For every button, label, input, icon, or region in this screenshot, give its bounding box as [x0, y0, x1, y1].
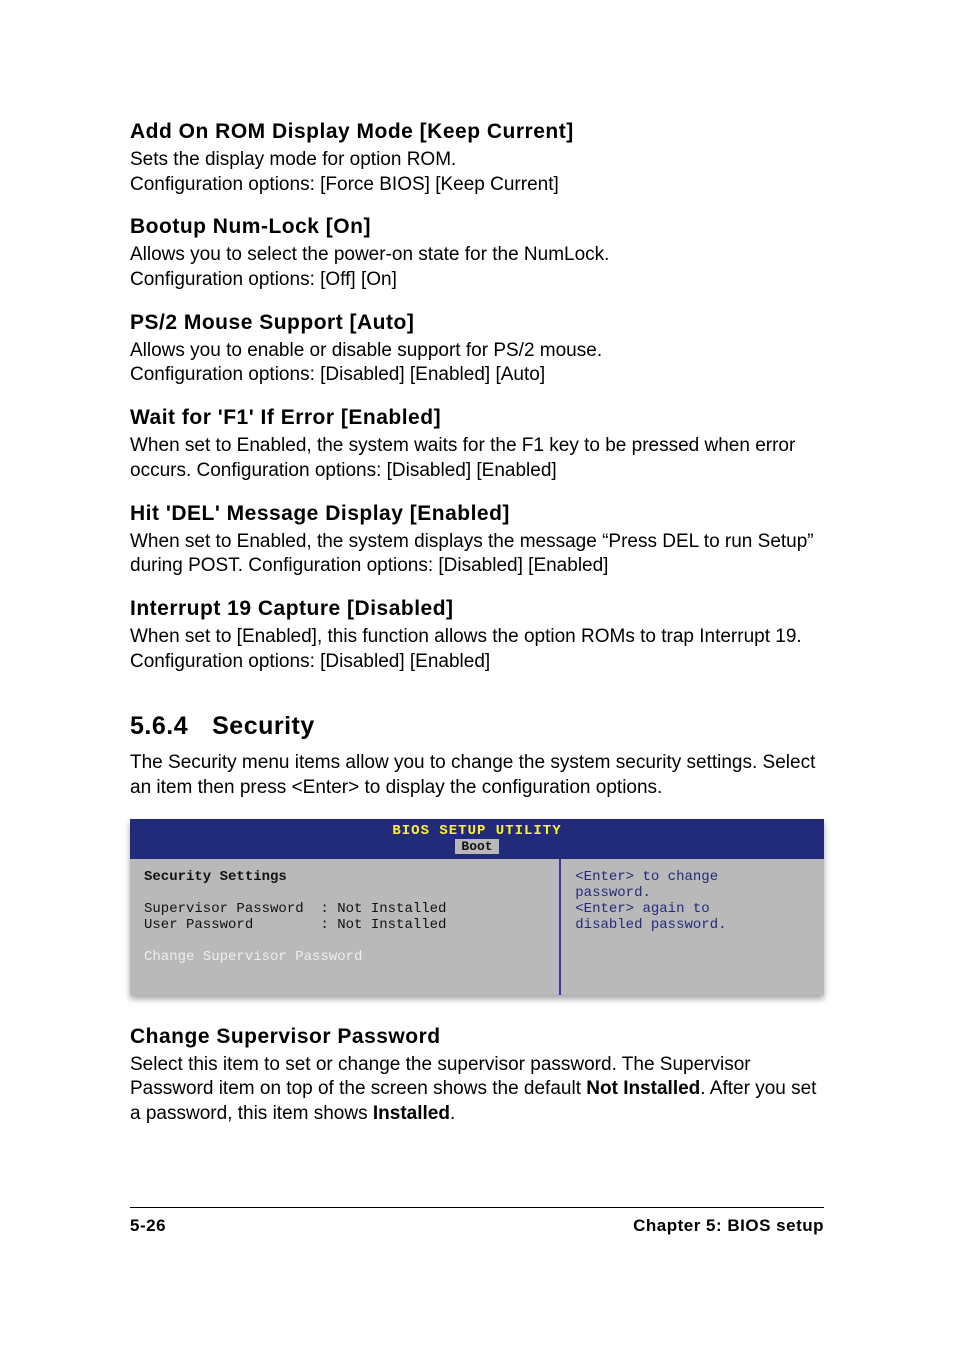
- setting-body-numlock: Allows you to select the power-on state …: [130, 243, 824, 292]
- bios-left-title: Security Settings: [144, 869, 545, 885]
- bios-panel: BIOS SETUP UTILITY Boot Security Setting…: [130, 819, 824, 995]
- bios-tabbar: Boot: [130, 839, 824, 859]
- setting-body-ps2: Allows you to enable or disable support …: [130, 339, 824, 388]
- setting-title-hit-del: Hit 'DEL' Message Display [Enabled]: [130, 502, 824, 526]
- setting-title-change-supervisor: Change Supervisor Password: [130, 1025, 824, 1049]
- footer-chapter: Chapter 5: BIOS setup: [633, 1216, 824, 1236]
- bold-installed: Installed: [373, 1103, 450, 1124]
- text-fragment: .: [450, 1103, 455, 1124]
- bios-help-line: disabled password.: [575, 917, 810, 933]
- footer-page-number: 5-26: [130, 1216, 166, 1236]
- setting-body-wait-f1: When set to Enabled, the system waits fo…: [130, 434, 824, 483]
- bios-help-line: <Enter> to change: [575, 869, 810, 885]
- setting-body-hit-del: When set to Enabled, the system displays…: [130, 530, 824, 579]
- subsection-title: Security: [212, 712, 315, 740]
- bios-help-line: <Enter> again to: [575, 901, 810, 917]
- bios-header: BIOS SETUP UTILITY: [130, 819, 824, 839]
- bold-not-installed: Not Installed: [586, 1078, 700, 1099]
- setting-body-addon-rom: Sets the display mode for option ROM. Co…: [130, 148, 824, 197]
- page-footer: 5-26 Chapter 5: BIOS setup: [130, 1207, 824, 1236]
- manual-page: Add On ROM Display Mode [Keep Current] S…: [0, 0, 954, 1276]
- setting-title-ps2: PS/2 Mouse Support [Auto]: [130, 311, 824, 335]
- bios-selected-item: Change Supervisor Password: [144, 949, 545, 965]
- setting-title-numlock: Bootup Num-Lock [On]: [130, 215, 824, 239]
- setting-title-wait-f1: Wait for 'F1' If Error [Enabled]: [130, 406, 824, 430]
- subsection-heading: 5.6.4 Security: [130, 712, 824, 741]
- subsection-intro: The Security menu items allow you to cha…: [130, 751, 824, 800]
- setting-body-int19: When set to [Enabled], this function all…: [130, 625, 824, 674]
- bios-tab-boot: Boot: [455, 839, 498, 854]
- subsection-number: 5.6.4: [130, 712, 188, 741]
- bios-row-supervisor: Supervisor Password : Not Installed: [144, 901, 545, 917]
- bios-row-user: User Password : Not Installed: [144, 917, 545, 933]
- setting-body-change-supervisor: Select this item to set or change the su…: [130, 1053, 824, 1127]
- setting-title-int19: Interrupt 19 Capture [Disabled]: [130, 597, 824, 621]
- setting-title-addon-rom: Add On ROM Display Mode [Keep Current]: [130, 120, 824, 144]
- bios-screenshot: BIOS SETUP UTILITY Boot Security Setting…: [130, 819, 824, 995]
- bios-help-line: password.: [575, 885, 810, 901]
- bios-right-pane: <Enter> to change password. <Enter> agai…: [560, 859, 824, 995]
- bios-left-pane: Security Settings Supervisor Password : …: [130, 859, 560, 995]
